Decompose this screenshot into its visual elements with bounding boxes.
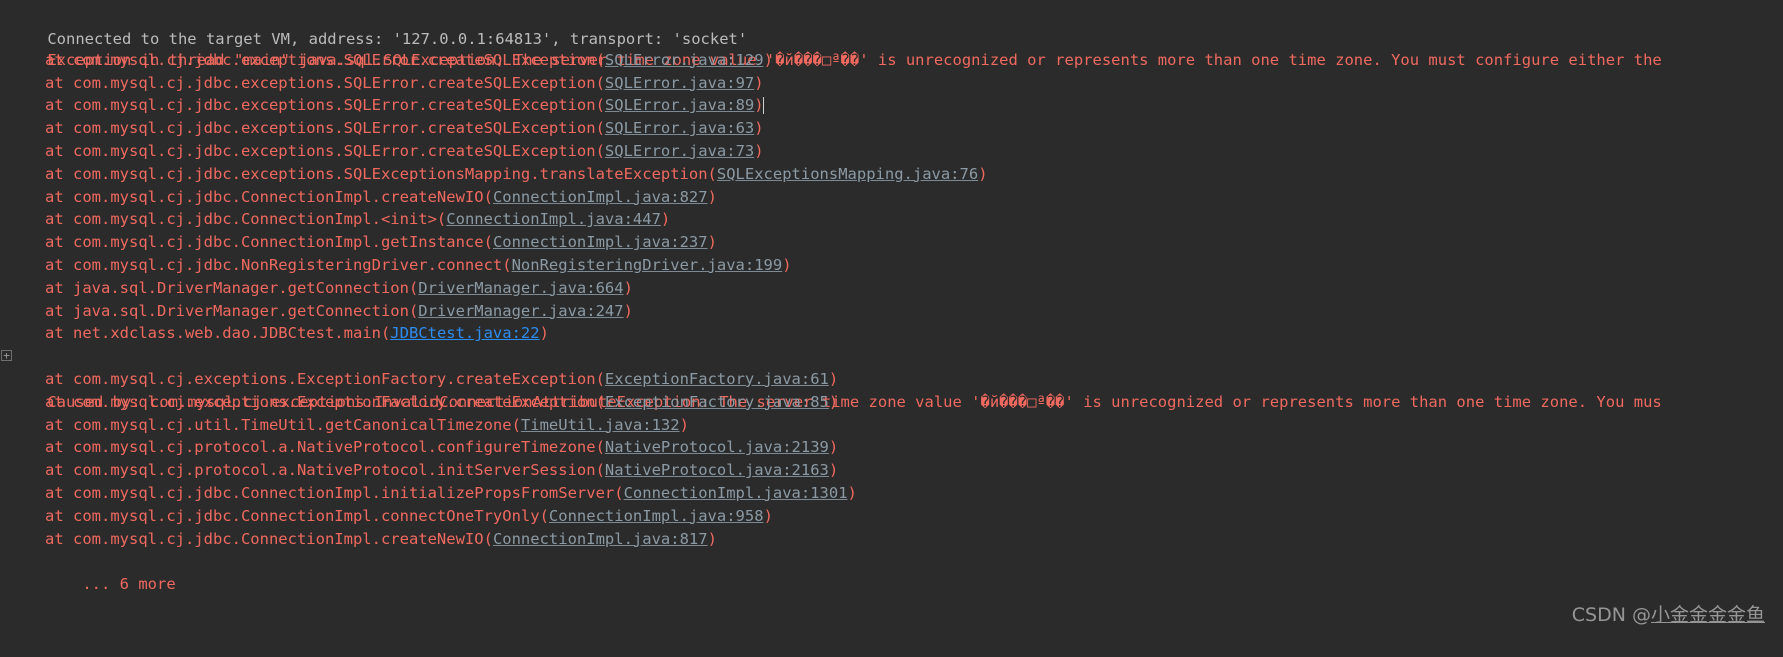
- fold-expand-icon[interactable]: +: [1, 350, 12, 362]
- stack-frame-source-link[interactable]: ExceptionFactory.java:61: [605, 370, 829, 388]
- stack-frame-paren: ): [754, 73, 764, 92]
- stack-frame-method: at com.mysql.cj.jdbc.exceptions.SQLError…: [45, 96, 605, 115]
- stack-frame-method: at com.mysql.cj.util.TimeUtil.getCanonic…: [45, 415, 521, 434]
- stack-frame-source-link[interactable]: ConnectionImpl.java:827: [493, 188, 708, 206]
- more-frames-text: ... 6 more: [82, 575, 176, 594]
- stack-frame-line: at com.mysql.cj.exceptions.ExceptionFact…: [0, 391, 1783, 414]
- stack-frame-source-link[interactable]: JDBCtest.java:22: [390, 324, 539, 342]
- stack-frame-source-link[interactable]: ExceptionFactory.java:85: [605, 393, 829, 411]
- stack-frame-method: at com.mysql.cj.exceptions.ExceptionFact…: [45, 392, 605, 411]
- stack-frame-paren: ): [763, 506, 773, 525]
- stack-frame-line: at com.mysql.cj.jdbc.exceptions.SQLError…: [0, 49, 1783, 72]
- stack-frame-source-link[interactable]: SQLError.java:129: [605, 51, 764, 69]
- stack-frame-method: at com.mysql.cj.jdbc.exceptions.SQLError…: [45, 73, 605, 92]
- watermark-username: 小金金金金鱼: [1650, 604, 1765, 626]
- stack-frame-line: at com.mysql.cj.protocol.a.NativeProtoco…: [0, 459, 1783, 482]
- console-line-more: ... 6 more: [0, 550, 1783, 593]
- stack-frame-paren: ): [754, 119, 764, 138]
- stack-frame-line: at com.mysql.cj.jdbc.ConnectionImpl.init…: [0, 482, 1783, 505]
- stack-frame-paren: ): [828, 369, 839, 388]
- stack-frame-paren: ): [679, 415, 689, 434]
- stack-frame-method: at com.mysql.cj.jdbc.ConnectionImpl.crea…: [45, 187, 493, 206]
- console-line-caused-by: + Caused by: com.mysql.cj.exceptions.Inv…: [0, 345, 1783, 411]
- stack-frame-line: at com.mysql.cj.jdbc.ConnectionImpl.conn…: [0, 505, 1783, 528]
- stack-frame-source-link[interactable]: NativeProtocol.java:2163: [605, 461, 829, 479]
- stack-frame-source-link[interactable]: DriverManager.java:247: [418, 302, 623, 320]
- stack-frame-paren: ): [763, 50, 773, 69]
- stack-frame-source-link[interactable]: NonRegisteringDriver.java:199: [512, 256, 783, 274]
- stack-frame-line: at com.mysql.cj.jdbc.exceptions.SQLError…: [0, 140, 1783, 163]
- stack-frame-method: at com.mysql.cj.jdbc.exceptions.SQLError…: [45, 50, 605, 69]
- stack-frame-line: at com.mysql.cj.jdbc.ConnectionImpl.<ini…: [0, 208, 1783, 231]
- stack-frame-paren: ): [707, 233, 717, 252]
- stack-frame-method: at com.mysql.cj.jdbc.ConnectionImpl.crea…: [45, 529, 493, 548]
- console-line-connected: Connected to the target VM, address: '12…: [0, 0, 1783, 48]
- stack-frame-line: at com.mysql.cj.exceptions.ExceptionFact…: [0, 368, 1783, 391]
- stack-frame-method: at com.mysql.cj.jdbc.exceptions.SQLExcep…: [45, 164, 717, 183]
- stack-frame-line: at com.mysql.cj.jdbc.ConnectionImpl.getI…: [0, 231, 1783, 254]
- stack-frame-line: at java.sql.DriverManager.getConnection(…: [0, 300, 1783, 323]
- stack-frame-line: at com.mysql.cj.jdbc.exceptions.SQLError…: [0, 72, 1783, 95]
- stack-frame-paren: ): [828, 461, 839, 480]
- stack-frame-paren: ): [623, 301, 633, 320]
- stack-frame-source-link[interactable]: SQLExceptionsMapping.java:76: [717, 165, 978, 183]
- stack-frame-source-link[interactable]: SQLError.java:97: [605, 74, 754, 92]
- stack-frame-paren: ): [828, 392, 839, 411]
- stack-frame-method: at com.mysql.cj.jdbc.ConnectionImpl.init…: [45, 483, 624, 502]
- stack-frame-paren: ): [707, 187, 717, 206]
- stack-frame-paren: ): [539, 324, 549, 343]
- stack-trace-caused-by: at com.mysql.cj.exceptions.ExceptionFact…: [0, 368, 1783, 550]
- stack-frame-source-link[interactable]: ConnectionImpl.java:1301: [624, 484, 848, 502]
- stack-frame-paren: ): [660, 210, 671, 229]
- stack-frame-source-link[interactable]: ConnectionImpl.java:817: [493, 530, 708, 548]
- stack-frame-paren: ): [847, 483, 857, 502]
- stack-frame-paren: ): [707, 529, 717, 548]
- stack-frame-method: at java.sql.DriverManager.getConnection(: [45, 301, 419, 320]
- stack-frame-method: at net.xdclass.web.dao.JDBCtest.main(: [45, 324, 391, 343]
- stack-frame-paren: ): [978, 164, 988, 183]
- stack-frame-method: at com.mysql.cj.jdbc.ConnectionImpl.<ini…: [45, 210, 447, 229]
- stack-frame-method: at com.mysql.cj.jdbc.ConnectionImpl.getI…: [45, 233, 493, 252]
- stack-frame-method: at com.mysql.cj.jdbc.exceptions.SQLError…: [45, 119, 605, 138]
- stack-frame-line: at net.xdclass.web.dao.JDBCtest.main(JDB…: [0, 322, 1783, 345]
- stack-frame-paren: ): [828, 438, 839, 457]
- watermark-prefix: CSDN @: [1571, 604, 1651, 626]
- stack-frame-method: at com.mysql.cj.protocol.a.NativeProtoco…: [45, 461, 605, 480]
- stack-frame-source-link[interactable]: SQLError.java:73: [605, 142, 754, 160]
- stack-frame-paren: ): [782, 255, 792, 274]
- stack-frame-source-link[interactable]: ConnectionImpl.java:237: [493, 233, 708, 251]
- stack-frame-method: at com.mysql.cj.jdbc.NonRegisteringDrive…: [45, 255, 512, 274]
- stack-frame-line: at com.mysql.cj.protocol.a.NativeProtoco…: [0, 436, 1783, 459]
- stack-frame-source-link[interactable]: ConnectionImpl.java:958: [549, 507, 764, 525]
- stack-frame-method: at com.mysql.cj.exceptions.ExceptionFact…: [45, 369, 605, 388]
- stack-frame-method: at java.sql.DriverManager.getConnection(: [45, 278, 419, 297]
- stack-frame-source-link[interactable]: TimeUtil.java:132: [521, 416, 680, 434]
- text-caret: [762, 97, 764, 115]
- stack-frame-line: at java.sql.DriverManager.getConnection(…: [0, 277, 1783, 300]
- console-line-exception-header: Exception in thread "main" java.sql.SQLE…: [0, 26, 1783, 69]
- stack-frame-line: at com.mysql.cj.jdbc.exceptions.SQLError…: [0, 94, 1783, 117]
- stack-frame-line: at com.mysql.cj.jdbc.ConnectionImpl.crea…: [0, 528, 1783, 551]
- stack-frame-paren: ): [623, 278, 633, 297]
- stack-trace-primary: at com.mysql.cj.jdbc.exceptions.SQLError…: [0, 49, 1783, 345]
- watermark: CSDN @小金金金金鱼: [1548, 578, 1765, 649]
- stack-frame-line: at com.mysql.cj.jdbc.exceptions.SQLError…: [0, 117, 1783, 140]
- stack-frame-line: at com.mysql.cj.util.TimeUtil.getCanonic…: [0, 414, 1783, 437]
- stack-frame-source-link[interactable]: SQLError.java:89: [605, 96, 754, 114]
- console-output-panel[interactable]: Connected to the target VM, address: '12…: [0, 0, 1783, 657]
- stack-frame-source-link[interactable]: DriverManager.java:664: [418, 279, 623, 297]
- stack-frame-method: at com.mysql.cj.jdbc.ConnectionImpl.conn…: [45, 506, 549, 525]
- stack-frame-source-link[interactable]: NativeProtocol.java:2139: [605, 438, 829, 456]
- stack-frame-line: at com.mysql.cj.jdbc.exceptions.SQLExcep…: [0, 163, 1783, 186]
- stack-frame-method: at com.mysql.cj.jdbc.exceptions.SQLError…: [45, 141, 605, 160]
- stack-frame-source-link[interactable]: SQLError.java:63: [605, 119, 754, 137]
- stack-frame-paren: ): [754, 141, 764, 160]
- stack-frame-source-link[interactable]: ConnectionImpl.java:447: [446, 210, 661, 228]
- stack-frame-method: at com.mysql.cj.protocol.a.NativeProtoco…: [45, 438, 605, 457]
- stack-frame-line: at com.mysql.cj.jdbc.ConnectionImpl.crea…: [0, 186, 1783, 209]
- stack-frame-line: at com.mysql.cj.jdbc.NonRegisteringDrive…: [0, 254, 1783, 277]
